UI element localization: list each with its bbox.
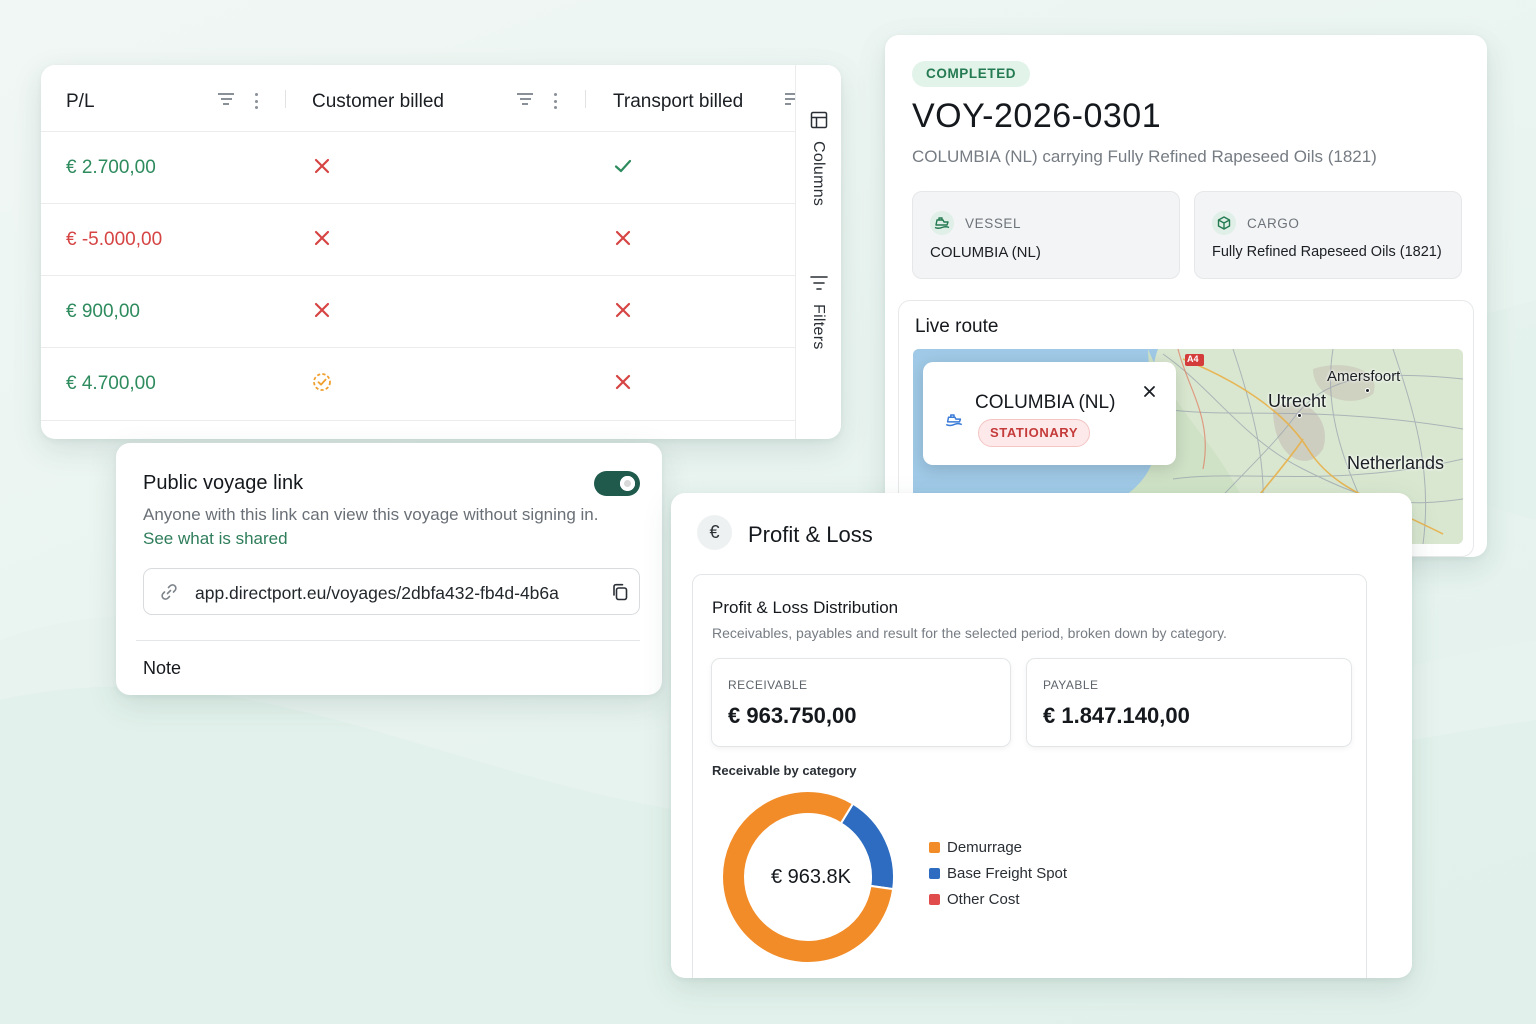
voyage-id-title: VOY-2026-0301 xyxy=(912,97,1162,135)
receivable-caption: RECEIVABLE xyxy=(728,678,808,692)
x-icon xyxy=(314,158,330,174)
divider xyxy=(136,640,640,641)
x-icon xyxy=(615,374,631,390)
cargo-info-box[interactable]: CARGO Fully Refined Rapeseed Oils (1821) xyxy=(1194,191,1462,279)
receivable-metric-card: RECEIVABLE € 963.750,00 xyxy=(711,658,1011,747)
legend-swatch xyxy=(929,842,940,853)
columns-panel-button[interactable]: Columns xyxy=(796,105,841,225)
payable-metric-card: PAYABLE € 1.847.140,00 xyxy=(1026,658,1352,747)
map-label-utrecht: Utrecht xyxy=(1268,391,1327,411)
column-header-label: Customer billed xyxy=(312,91,444,112)
column-header-transport-billed[interactable]: Transport billed xyxy=(587,65,795,132)
payable-caption: PAYABLE xyxy=(1043,678,1099,692)
live-route-title: Live route xyxy=(915,316,999,337)
map-label-amersfoort: Amersfoort xyxy=(1327,368,1401,385)
filters-panel-button[interactable]: Filters xyxy=(796,270,841,365)
x-icon xyxy=(615,302,631,318)
ship-icon xyxy=(945,414,963,427)
column-header-label: P/L xyxy=(66,91,95,112)
legend-swatch xyxy=(929,894,940,905)
vessel-map-popup[interactable]: COLUMBIA (NL) STATIONARY xyxy=(923,362,1176,465)
voyage-detail-card: COMPLETED VOY-2026-0301 COLUMBIA (NL) ca… xyxy=(885,35,1487,557)
receivable-value: € 963.750,00 xyxy=(728,703,857,728)
map-label-netherlands: Netherlands xyxy=(1347,453,1445,473)
column-resize-handle[interactable] xyxy=(585,90,586,108)
vessel-name: COLUMBIA (NL) xyxy=(930,244,1041,261)
filters-label: Filters xyxy=(810,304,827,350)
pl-value: € 4.700,00 xyxy=(66,373,156,394)
legend-label: Base Freight Spot xyxy=(947,865,1068,882)
distribution-subtitle: Receivables, payables and result for the… xyxy=(712,625,1227,641)
x-icon xyxy=(314,230,330,246)
euro-icon: € xyxy=(697,515,732,550)
city-dot xyxy=(1365,388,1370,393)
voyage-subtitle: COLUMBIA (NL) carrying Fully Refined Rap… xyxy=(912,147,1377,166)
legend-label: Other Cost xyxy=(947,891,1020,908)
road-label: A4 xyxy=(1187,354,1199,364)
profit-loss-card: € Profit & Loss Profit & Loss Distributi… xyxy=(671,493,1412,978)
distribution-title: Profit & Loss Distribution xyxy=(712,598,899,617)
public-link-title: Public voyage link xyxy=(143,472,304,494)
public-link-url[interactable]: app.directport.eu/voyages/2dbfa432-fb4d-… xyxy=(195,583,597,604)
link-icon xyxy=(161,584,177,600)
note-label: Note xyxy=(143,658,182,678)
column-header-pl[interactable]: P/L xyxy=(41,65,287,132)
x-icon xyxy=(615,230,631,246)
city-dot xyxy=(1297,413,1302,418)
vessel-info-box[interactable]: VESSEL COLUMBIA (NL) xyxy=(912,191,1180,279)
filter-icon xyxy=(810,276,828,290)
category-chart-title: Receivable by category xyxy=(712,763,857,778)
more-vertical-icon[interactable] xyxy=(554,93,558,109)
table-side-panel: Columns Filters xyxy=(795,65,841,439)
columns-icon xyxy=(810,111,828,129)
distribution-panel: Profit & Loss Distribution Receivables, … xyxy=(692,574,1367,978)
columns-label: Columns xyxy=(810,141,827,207)
pl-value: € -5.000,00 xyxy=(66,229,163,250)
public-link-url-field[interactable]: app.directport.eu/voyages/2dbfa432-fb4d-… xyxy=(143,568,640,615)
donut-center-label: € 963.8K xyxy=(770,866,852,888)
cargo-caption: CARGO xyxy=(1247,216,1300,231)
cargo-name: Fully Refined Rapeseed Oils (1821) xyxy=(1212,244,1442,260)
table-row[interactable]: € 4.700,00 xyxy=(41,348,795,421)
column-header-label: Transport billed xyxy=(613,91,744,112)
description-text: Anyone with this link can view this voya… xyxy=(143,505,599,524)
public-link-description: Anyone with this link can view this voya… xyxy=(143,503,623,551)
pending-check-icon xyxy=(313,373,331,391)
table-header-row: P/L Customer billed Transport billed xyxy=(41,65,795,132)
table-row[interactable]: € -5.000,00 xyxy=(41,204,795,276)
ship-icon xyxy=(930,211,954,235)
check-icon xyxy=(614,159,632,173)
pl-value: € 2.700,00 xyxy=(66,157,156,178)
status-badge: COMPLETED xyxy=(912,61,1031,87)
x-icon xyxy=(314,302,330,318)
see-what-is-shared-link[interactable]: See what is shared xyxy=(143,529,288,548)
vessel-status-badge: STATIONARY xyxy=(978,419,1091,447)
cargo-box-icon xyxy=(1212,211,1236,235)
pl-value: € 900,00 xyxy=(66,301,140,322)
column-header-customer-billed[interactable]: Customer billed xyxy=(287,65,587,132)
more-vertical-icon[interactable] xyxy=(255,93,259,109)
payable-value: € 1.847.140,00 xyxy=(1043,703,1190,728)
table-row[interactable]: € 900,00 xyxy=(41,276,795,348)
table-row[interactable]: € 2.700,00 xyxy=(41,132,795,204)
toggle-knob xyxy=(620,476,635,491)
vessel-caption: VESSEL xyxy=(965,216,1022,231)
copy-icon[interactable] xyxy=(610,582,630,602)
voyage-table-card: P/L Customer billed Transport billed € 2… xyxy=(41,65,841,439)
filter-icon[interactable] xyxy=(785,93,795,107)
filter-icon[interactable] xyxy=(218,93,234,107)
close-icon[interactable] xyxy=(1143,385,1156,398)
filter-icon[interactable] xyxy=(517,93,533,107)
public-link-toggle[interactable] xyxy=(594,471,640,496)
column-resize-handle[interactable] xyxy=(285,90,286,108)
legend-swatch xyxy=(929,868,940,879)
public-link-card: Public voyage link Anyone with this link… xyxy=(116,443,662,695)
profit-loss-title: Profit & Loss xyxy=(748,522,873,547)
legend-label: Demurrage xyxy=(947,839,1023,856)
popup-vessel-name: COLUMBIA (NL) xyxy=(975,392,1116,413)
